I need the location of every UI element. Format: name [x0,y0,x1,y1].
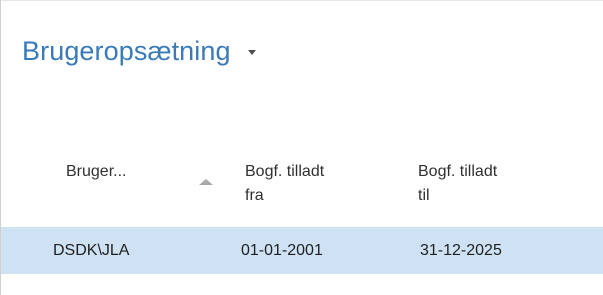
column-header-user[interactable]: Bruger... [66,160,126,184]
cell-user[interactable]: DSDK\JLA [53,227,129,274]
column-header-posting-allowed-to[interactable]: Bogf. tilladt til [418,160,497,208]
page-title: Brugeropsætning [22,35,231,66]
cell-posting-allowed-from[interactable]: 01-01-2001 [241,227,323,274]
chevron-down-icon[interactable] [247,49,256,55]
column-header-to-line1: Bogf. tilladt [418,163,498,180]
table-header-row: Bruger... Bogf. tilladt fra Bogf. tillad… [0,152,603,222]
table-row[interactable]: DSDK\JLA 01-01-2001 31-12-2025 [1,227,603,274]
column-header-posting-allowed-from[interactable]: Bogf. tilladt fra [245,160,324,208]
column-header-to-line2: til [418,187,430,204]
sort-ascending-icon[interactable] [199,179,213,185]
page-title-menu[interactable]: Brugeropsætning [22,34,256,68]
column-header-from-line2: fra [245,187,264,204]
cell-posting-allowed-to[interactable]: 31-12-2025 [420,227,502,274]
column-header-user-label: Bruger... [66,163,127,180]
top-divider [0,0,603,1]
column-header-from-line1: Bogf. tilladt [245,163,325,180]
user-setup-page: Brugeropsætning Bruger... Bogf. tilladt … [0,0,603,295]
